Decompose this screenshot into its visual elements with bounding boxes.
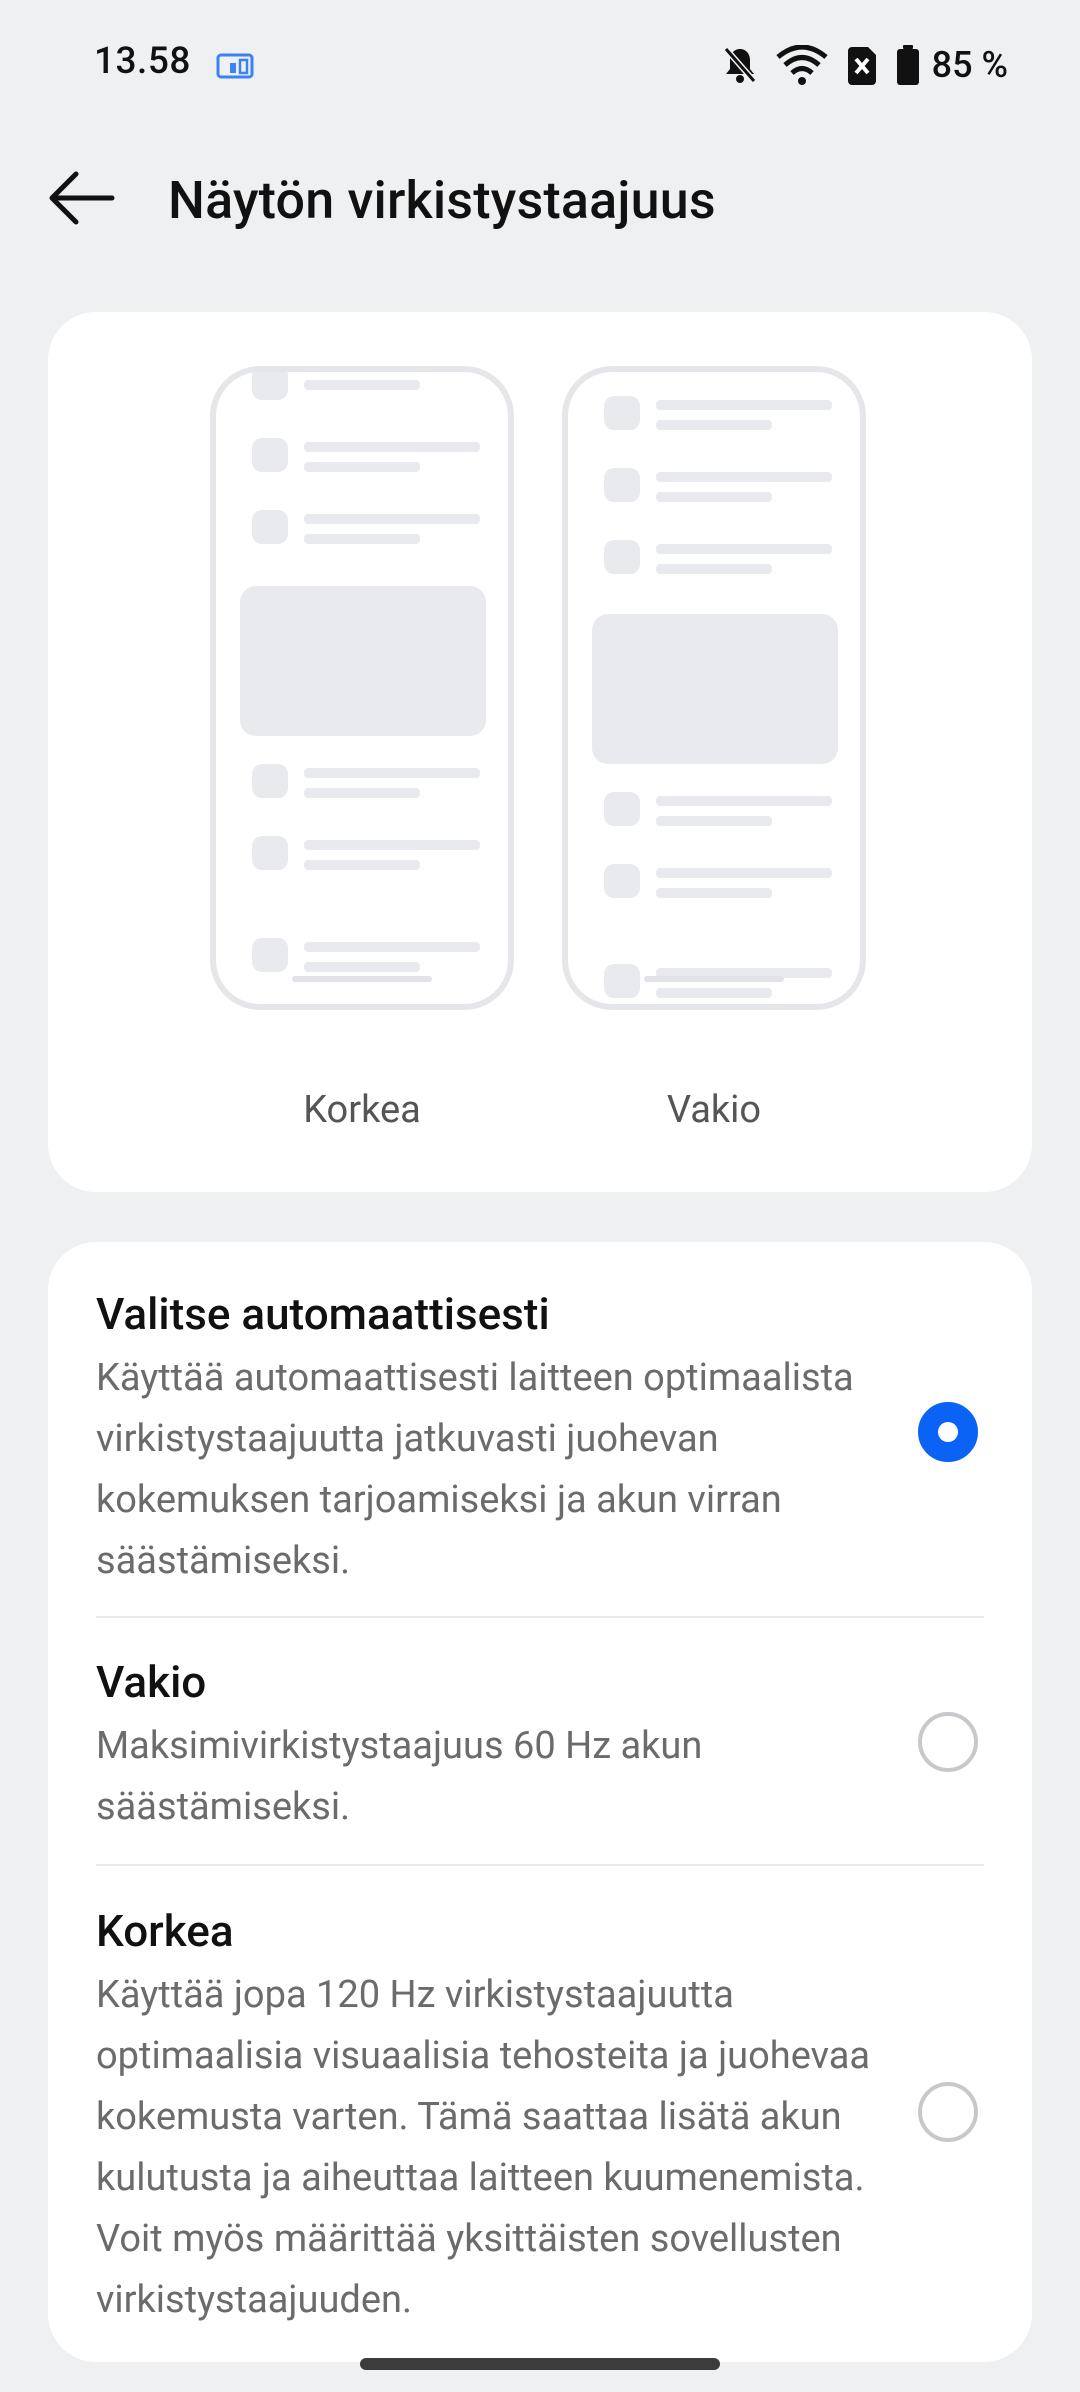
preview-label-high: Korkea <box>303 1088 421 1132</box>
back-arrow-icon[interactable] <box>46 166 118 230</box>
refresh-rate-options-card: Valitse automaattisesti Käyttää automaat… <box>48 1242 1032 2362</box>
status-time: 13.58 <box>94 40 191 83</box>
option-description: Käyttää automaattisesti laitteen optimaa… <box>96 1356 854 1583</box>
option-description: Maksimivirkistystaajuus 60 Hz akun sääst… <box>96 1724 703 1829</box>
status-icons: 85 % <box>722 44 1008 86</box>
option-description: Käyttää jopa 120 Hz virkistystaajuutta o… <box>96 1973 871 2322</box>
navigation-gesture-bar[interactable] <box>360 2358 720 2370</box>
divider <box>96 1616 984 1618</box>
status-bar: 13.58 85 % <box>0 0 1080 132</box>
mute-bell-icon <box>723 47 756 83</box>
page-title: Näytön virkistystaajuus <box>168 170 716 231</box>
wifi-icon <box>776 45 828 85</box>
option-title: Valitse automaattisesti <box>96 1288 550 1340</box>
option-standard[interactable]: Vakio Maksimivirkistystaajuus 60 Hz akun… <box>96 1654 1032 1838</box>
no-sim-icon <box>847 47 876 85</box>
battery-icon <box>896 45 919 85</box>
option-auto[interactable]: Valitse automaattisesti Käyttää automaat… <box>96 1286 1032 1592</box>
app-header: Näytön virkistystaajuus <box>0 150 1080 250</box>
option-high[interactable]: Korkea Käyttää jopa 120 Hz virkistystaaj… <box>96 1903 1032 2331</box>
high-refresh-phone-illustration <box>210 366 514 1010</box>
radio-auto[interactable] <box>918 1402 978 1462</box>
radio-high[interactable] <box>918 2082 978 2142</box>
option-title: Vakio <box>96 1656 207 1708</box>
standard-refresh-phone-illustration <box>562 366 866 1010</box>
battery-percentage: 85 % <box>931 44 1008 86</box>
divider <box>96 1864 984 1866</box>
option-title: Korkea <box>96 1905 234 1957</box>
preview-label-standard: Vakio <box>666 1088 762 1132</box>
refresh-rate-preview-card: Korkea Vakio <box>48 312 1032 1192</box>
radio-standard[interactable] <box>918 1712 978 1772</box>
screen-cast-icon <box>216 53 254 79</box>
